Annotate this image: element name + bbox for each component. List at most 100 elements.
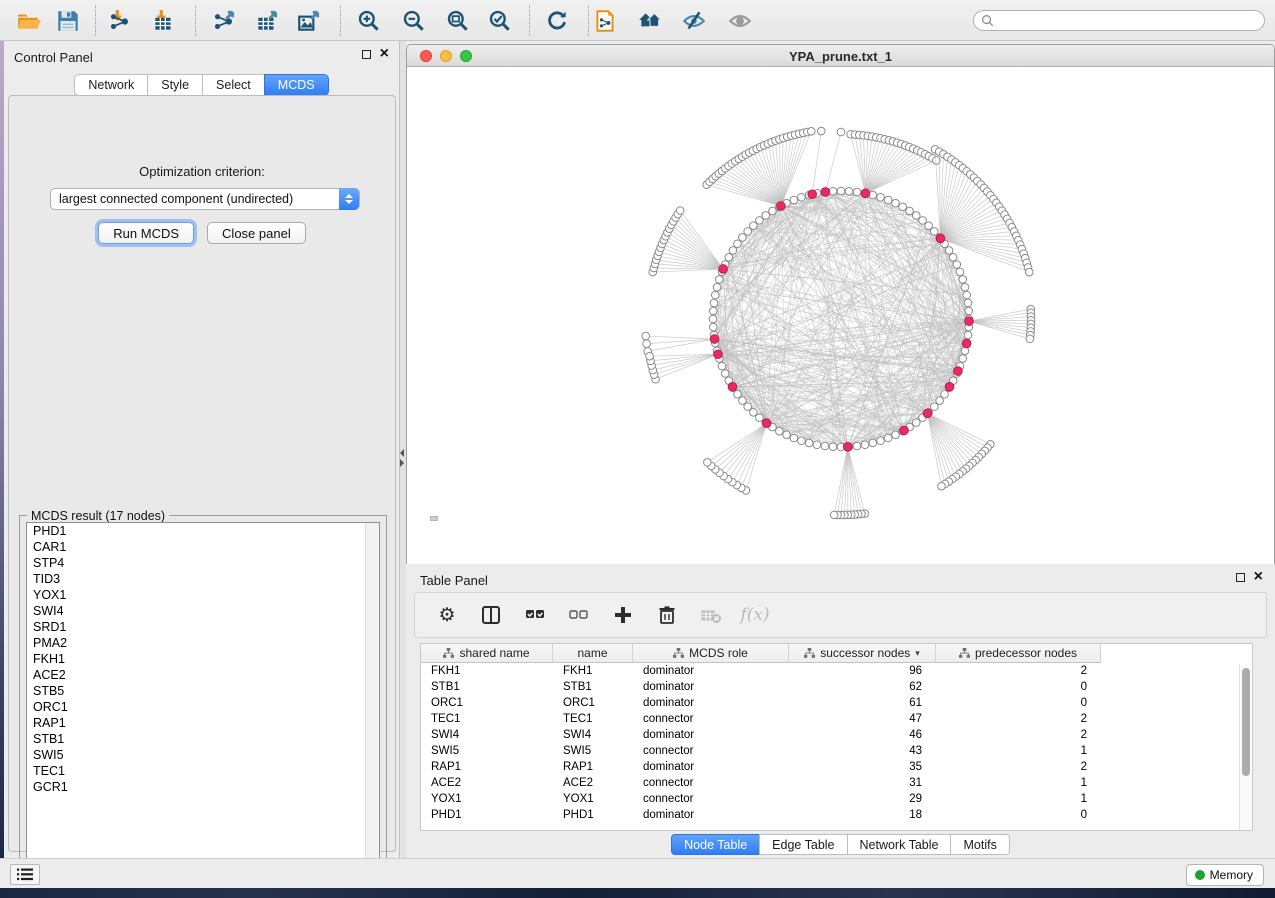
table-panel: Table Panel × ⚙ f(x) shared namename MCD… bbox=[406, 566, 1275, 858]
import-table-icon[interactable] bbox=[150, 7, 178, 35]
mcds-result-node[interactable]: RAP1 bbox=[27, 715, 379, 731]
clone-network-icon[interactable] bbox=[591, 7, 619, 35]
tab-select[interactable]: Select bbox=[202, 74, 264, 96]
mcds-result-node[interactable]: TID3 bbox=[27, 571, 379, 587]
mcds-result-node[interactable]: FKH1 bbox=[27, 651, 379, 667]
tab-style[interactable]: Style bbox=[147, 74, 202, 96]
network-window-titlebar[interactable]: YPA_prune.txt_1 bbox=[407, 45, 1274, 67]
application-window: Control Panel × NetworkStyleSelectMCDS O… bbox=[0, 0, 1275, 898]
table-row[interactable]: SWI4SWI4dominator462 bbox=[421, 727, 1252, 743]
tab-edge-table[interactable]: Edge Table bbox=[759, 834, 846, 855]
table-row[interactable]: TEC1TEC1connector472 bbox=[421, 711, 1252, 727]
mcds-result-node[interactable]: STB5 bbox=[27, 683, 379, 699]
tab-network-table[interactable]: Network Table bbox=[847, 834, 951, 855]
apply-layout-icon[interactable] bbox=[543, 7, 571, 35]
cell-MCDS-role: connector bbox=[633, 777, 789, 789]
mcds-result-node[interactable]: SRD1 bbox=[27, 619, 379, 635]
select-all-icon[interactable] bbox=[523, 603, 547, 627]
toolbar-separator bbox=[195, 5, 196, 36]
table-row[interactable]: PHD1PHD1dominator180 bbox=[421, 807, 1252, 823]
close-panel-icon[interactable]: × bbox=[380, 49, 389, 59]
table-scrollbar[interactable] bbox=[1239, 664, 1251, 830]
table-row[interactable]: ORC1ORC1dominator610 bbox=[421, 695, 1252, 711]
table-row[interactable]: RAP1RAP1dominator352 bbox=[421, 759, 1252, 775]
float-panel-icon[interactable] bbox=[362, 50, 371, 59]
table-row[interactable]: FKH1FKH1dominator962 bbox=[421, 663, 1252, 679]
cell-MCDS-role: dominator bbox=[633, 697, 789, 709]
network-canvas[interactable] bbox=[407, 67, 1274, 564]
mcds-result-node[interactable]: SWI4 bbox=[27, 603, 379, 619]
cell-predecessor-nodes: 2 bbox=[936, 665, 1101, 677]
table-type-tabs: Node TableEdge TableNetwork TableMotifs bbox=[406, 834, 1275, 855]
tab-network[interactable]: Network bbox=[74, 74, 147, 96]
horizontal-splitter-handle[interactable] bbox=[430, 516, 438, 521]
mcds-result-node[interactable]: ACE2 bbox=[27, 667, 379, 683]
column-header-shared-name[interactable]: shared name bbox=[421, 644, 553, 663]
zoom-fit-icon[interactable] bbox=[444, 7, 472, 35]
mcds-result-node[interactable]: TEC1 bbox=[27, 763, 379, 779]
table-row[interactable]: STB1STB1dominator620 bbox=[421, 679, 1252, 695]
mcds-result-node[interactable]: SWI5 bbox=[27, 747, 379, 763]
column-visibility-icon[interactable] bbox=[479, 603, 503, 627]
cell-predecessor-nodes: 2 bbox=[936, 713, 1101, 725]
control-panel-title: Control Panel bbox=[14, 50, 93, 65]
table-settings-icon[interactable]: ⚙ bbox=[435, 603, 459, 627]
cell-name: ORC1 bbox=[553, 697, 633, 709]
import-network-icon[interactable] bbox=[106, 7, 134, 35]
mcds-result-list: PHD1CAR1STP4TID3YOX1SWI4SRD1PMA2FKH1ACE2… bbox=[26, 522, 380, 873]
memory-button[interactable]: Memory bbox=[1186, 864, 1264, 886]
splitter-handle-icon[interactable] bbox=[400, 449, 404, 467]
save-session-icon[interactable] bbox=[54, 7, 82, 35]
mcds-result-node[interactable]: ORC1 bbox=[27, 699, 379, 715]
column-header-predecessor-nodes[interactable]: predecessor nodes bbox=[936, 644, 1101, 663]
show-graphics-icon[interactable] bbox=[726, 7, 754, 35]
cell-MCDS-role: connector bbox=[633, 745, 789, 757]
export-table-icon[interactable] bbox=[253, 7, 281, 35]
table-row[interactable]: ACE2ACE2connector311 bbox=[421, 775, 1252, 791]
add-column-icon[interactable] bbox=[611, 603, 635, 627]
open-file-icon[interactable] bbox=[15, 7, 43, 35]
close-table-panel-icon[interactable]: × bbox=[1254, 572, 1263, 582]
close-panel-button[interactable]: Close panel bbox=[207, 222, 306, 244]
float-table-panel-icon[interactable] bbox=[1236, 573, 1245, 582]
cell-name: SWI4 bbox=[553, 729, 633, 741]
table-row[interactable]: SWI5SWI5connector431 bbox=[421, 743, 1252, 759]
column-header-successor-nodes[interactable]: successor nodes▾ bbox=[789, 644, 936, 663]
mcds-result-node[interactable]: CAR1 bbox=[27, 539, 379, 555]
export-image-icon[interactable] bbox=[295, 7, 323, 35]
export-network-icon[interactable] bbox=[210, 7, 238, 35]
hide-graphics-icon[interactable] bbox=[680, 7, 708, 35]
cell-successor-nodes: 61 bbox=[789, 697, 936, 709]
run-mcds-button[interactable]: Run MCDS bbox=[98, 222, 194, 244]
tab-mcds[interactable]: MCDS bbox=[264, 74, 329, 96]
mcds-result-node[interactable]: YOX1 bbox=[27, 587, 379, 603]
zoom-out-icon[interactable] bbox=[400, 7, 428, 35]
zoom-selected-icon[interactable] bbox=[486, 7, 514, 35]
column-header-MCDS-role[interactable]: MCDS role bbox=[633, 644, 789, 663]
optimization-criterion-label: Optimization criterion: bbox=[9, 164, 395, 179]
table-scrollbar-thumb[interactable] bbox=[1242, 668, 1250, 776]
result-list-scrollbar[interactable] bbox=[365, 523, 379, 872]
search-box[interactable] bbox=[973, 10, 1265, 31]
mcds-result-node[interactable]: PMA2 bbox=[27, 635, 379, 651]
tab-node-table[interactable]: Node Table bbox=[671, 834, 759, 855]
mcds-result-node[interactable]: PHD1 bbox=[27, 523, 379, 539]
delete-column-icon[interactable] bbox=[655, 603, 679, 627]
cell-MCDS-role: dominator bbox=[633, 665, 789, 677]
mcds-result-node[interactable]: STP4 bbox=[27, 555, 379, 571]
network-window: YPA_prune.txt_1 bbox=[406, 44, 1275, 564]
deselect-all-icon[interactable] bbox=[567, 603, 591, 627]
optimization-criterion-select[interactable]: largest connected component (undirected) bbox=[50, 188, 360, 210]
search-input[interactable] bbox=[999, 14, 1264, 28]
table-row[interactable]: YOX1YOX1connector291 bbox=[421, 791, 1252, 807]
home-icon[interactable] bbox=[636, 7, 664, 35]
task-history-button[interactable] bbox=[10, 864, 40, 885]
mcds-result-node[interactable]: GCR1 bbox=[27, 779, 379, 795]
zoom-in-icon[interactable] bbox=[355, 7, 383, 35]
control-panel: Control Panel × NetworkStyleSelectMCDS O… bbox=[4, 41, 400, 858]
column-header-name[interactable]: name bbox=[553, 644, 633, 663]
control-panel-tabs: NetworkStyleSelectMCDS bbox=[4, 74, 399, 96]
list-icon bbox=[17, 868, 33, 881]
tab-motifs[interactable]: Motifs bbox=[950, 834, 1009, 855]
mcds-result-node[interactable]: STB1 bbox=[27, 731, 379, 747]
